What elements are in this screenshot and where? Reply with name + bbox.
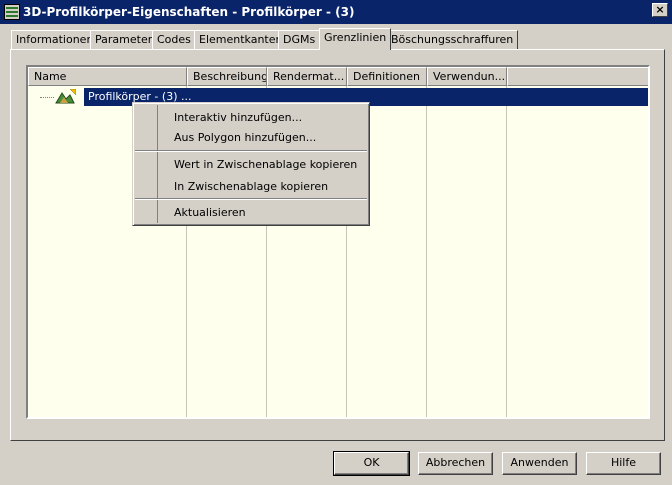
menu-gutter — [135, 105, 158, 223]
tab-grenzlinien[interactable]: Grenzlinien — [319, 28, 392, 50]
tab-label: Informationen — [16, 33, 94, 46]
cancel-button[interactable]: Abbrechen — [418, 452, 493, 475]
button-label: Hilfe — [610, 456, 637, 469]
column-header-verwendung[interactable]: Verwendun... — [427, 67, 507, 86]
menu-item-aktualisieren[interactable]: Aktualisieren — [174, 206, 246, 219]
button-label: Anwenden — [510, 456, 569, 469]
tab-label: Parameter — [95, 33, 153, 46]
column-header-definitionen[interactable]: Definitionen — [347, 67, 427, 86]
column-divider — [426, 86, 427, 417]
tab-boeschungsschraffuren[interactable]: Böschungsschraffuren — [386, 30, 519, 49]
tab-parameter[interactable]: Parameter — [90, 30, 158, 49]
ok-button[interactable]: OK — [333, 451, 410, 476]
tab-label: Böschungsschraffuren — [391, 33, 514, 46]
column-label: Name — [34, 70, 67, 83]
menu-item-wert-kopieren[interactable]: Wert in Zwischenablage kopieren — [174, 158, 357, 171]
tab-codes[interactable]: Codes — [152, 30, 196, 49]
button-label: Abbrechen — [425, 456, 486, 469]
column-header-filler — [507, 67, 648, 86]
tab-informationen[interactable]: Informationen — [11, 30, 99, 49]
close-icon: × — [655, 3, 665, 16]
menu-item-in-zwischenablage-kopieren[interactable]: In Zwischenablage kopieren — [174, 180, 328, 193]
column-header-beschreibung[interactable]: Beschreibung — [187, 67, 267, 86]
column-label: Verwendun... — [433, 70, 506, 83]
column-label: Definitionen — [353, 70, 421, 83]
corridor-icon — [55, 89, 76, 104]
dialog-app-icon — [4, 4, 20, 20]
help-button[interactable]: Hilfe — [586, 452, 661, 475]
button-label: OK — [363, 456, 380, 469]
column-header-rendermaterial[interactable]: Rendermat... — [267, 67, 347, 86]
menu-separator — [135, 198, 367, 200]
tab-label: Codes — [157, 33, 191, 46]
tab-label: Grenzlinien — [324, 31, 387, 44]
window-title: 3D-Profilkörper-Eigenschaften - Profilkö… — [23, 5, 355, 19]
column-label: Beschreibung — [193, 70, 267, 83]
menu-item-interaktiv-hinzufuegen[interactable]: Interaktiv hinzufügen... — [174, 111, 302, 124]
column-divider — [506, 86, 507, 417]
close-button[interactable]: × — [652, 3, 668, 17]
title-bar: 3D-Profilkörper-Eigenschaften - Profilkö… — [0, 0, 672, 24]
column-label: Rendermat... — [273, 70, 345, 83]
menu-item-aus-polygon-hinzufuegen[interactable]: Aus Polygon hinzufügen... — [174, 131, 316, 144]
column-header-name[interactable]: Name — [28, 67, 187, 86]
tab-label: Elementkanten — [199, 33, 283, 46]
apply-button[interactable]: Anwenden — [502, 452, 577, 475]
tree-connector — [40, 97, 54, 98]
tab-label: DGMs — [283, 33, 316, 46]
tab-dgms[interactable]: DGMs — [278, 30, 321, 49]
tab-elementkanten[interactable]: Elementkanten — [194, 30, 288, 49]
context-menu: Interaktiv hinzufügen... Aus Polygon hin… — [132, 102, 370, 226]
menu-separator — [135, 150, 367, 152]
